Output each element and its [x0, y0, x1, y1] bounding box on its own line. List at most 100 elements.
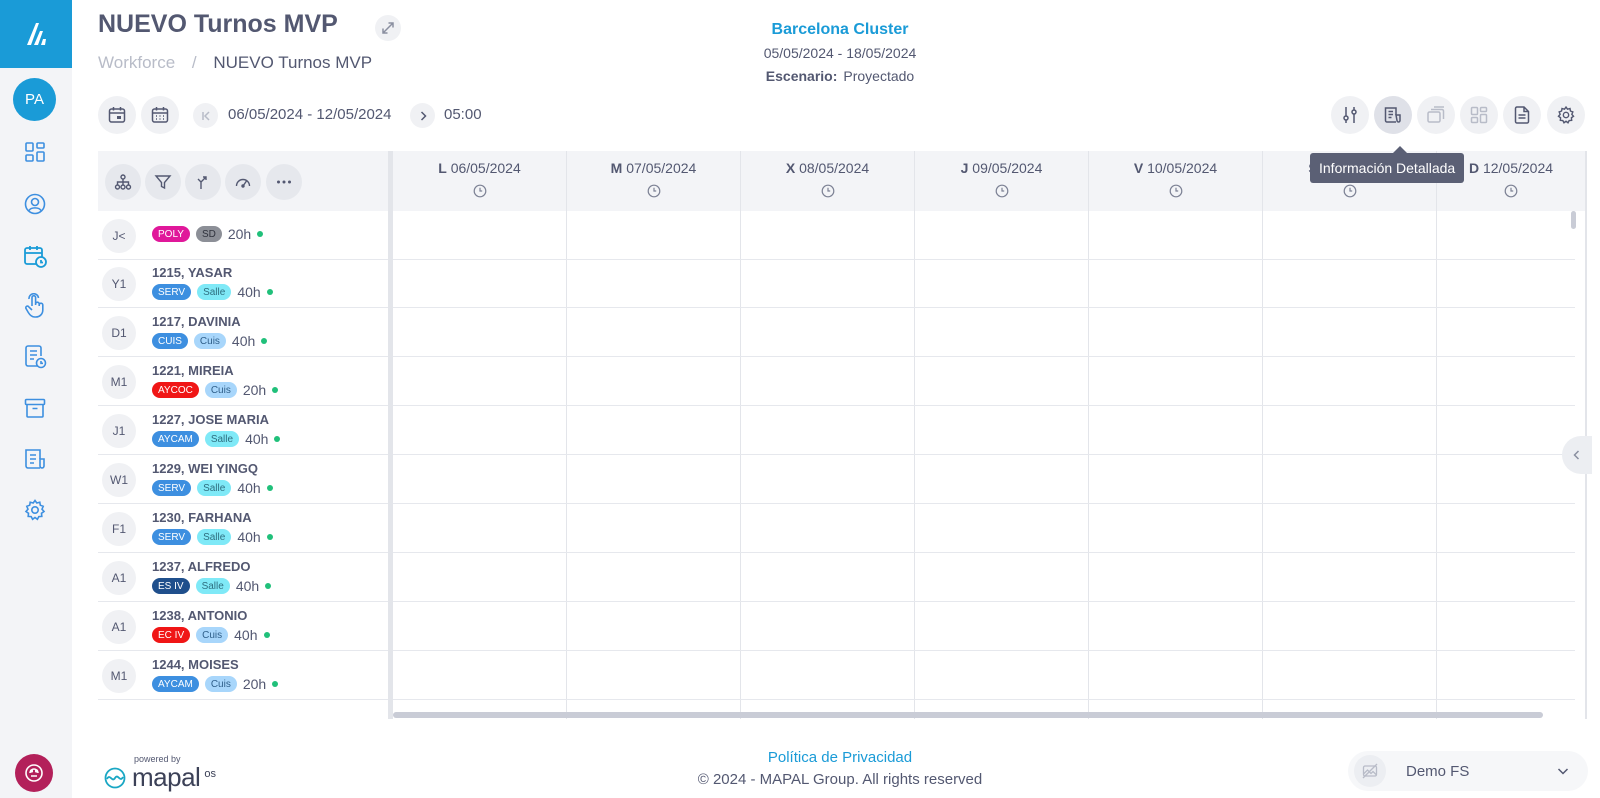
mapal-brand-name: mapal [132, 762, 201, 792]
grid-row-divider [393, 601, 1575, 602]
day-header[interactable]: X 08/05/2024 [741, 151, 915, 211]
day-prefix: X [785, 160, 796, 176]
employee-hours: 40h [234, 627, 258, 643]
hand-pointer-icon [25, 293, 44, 318]
user-avatar[interactable]: PA [13, 78, 56, 121]
today-button[interactable] [98, 96, 136, 134]
employee-row[interactable]: M1 1244, MOISES AYCAM Cuis 20h [98, 651, 388, 700]
employee-row[interactable]: D1 1217, DAVINIA CUIS Cuis 40h [98, 308, 388, 357]
employee-row[interactable]: A1 1237, ALFREDO ES IV Salle 40h [98, 553, 388, 602]
document-button[interactable] [1503, 96, 1541, 134]
settings-button[interactable] [1547, 96, 1585, 134]
employee-row[interactable]: A1 1238, ANTONIO EC IV Cuis 40h [98, 602, 388, 651]
left-rail: PA [0, 0, 72, 798]
scenario-label: Escenario: [765, 68, 838, 84]
day-column[interactable] [1089, 211, 1263, 719]
day-date: 08/05/2024 [799, 160, 870, 176]
role-chip: AYCOC [152, 382, 199, 398]
rail-item-schedule[interactable] [20, 241, 50, 271]
next-week-button[interactable] [410, 103, 435, 128]
day-column[interactable] [1437, 211, 1586, 719]
day-prefix: L [438, 160, 447, 176]
side-panel-toggle[interactable] [1562, 436, 1592, 474]
hierarchy-filter-button[interactable] [105, 164, 141, 200]
role-chip: Cuis [204, 382, 237, 398]
chevron-down-icon [1557, 768, 1569, 775]
employee-name: 1230, FARHANA [152, 510, 252, 525]
employee-row[interactable]: W1 1229, WEI YINGQ SERV Salle 40h [98, 455, 388, 504]
day-column[interactable] [393, 211, 567, 719]
adjust-button[interactable] [1331, 96, 1369, 134]
layers-icon [1427, 106, 1445, 123]
role-chip: SERV [152, 480, 192, 496]
clock-icon [915, 184, 1088, 198]
rail-item-timesheets[interactable] [20, 342, 50, 372]
employee-row[interactable]: J< POLY SD 20h [98, 211, 388, 260]
rail-item-settings[interactable] [20, 495, 50, 525]
role-chip: Cuis [196, 627, 229, 643]
location-select[interactable]: Demo FS [1348, 751, 1588, 791]
employee-hours: 40h [237, 284, 261, 300]
employee-tags: SERV Salle 40h [152, 529, 273, 545]
vertical-scrollbar[interactable] [1571, 211, 1576, 229]
privacy-policy-link[interactable]: Política de Privacidad [690, 749, 990, 766]
help-badge[interactable] [15, 754, 53, 792]
time-value: 05:00 [444, 106, 482, 123]
location-image-icon [1354, 755, 1386, 787]
filter-button[interactable] [145, 164, 181, 200]
calendar-clock-icon [24, 246, 47, 268]
day-column[interactable] [915, 211, 1089, 719]
employee-hours: 40h [237, 480, 261, 496]
day-date: 06/05/2024 [450, 160, 521, 176]
employee-initials: M1 [102, 659, 136, 693]
performance-button[interactable] [225, 164, 261, 200]
expand-button[interactable] [375, 15, 401, 41]
calendar-picker-button[interactable] [141, 96, 179, 134]
rail-item-reports[interactable] [20, 444, 50, 474]
calendar-icon [151, 107, 169, 123]
employee-row[interactable]: J1 1227, JOSE MARIA AYCAM Salle 40h [98, 406, 388, 455]
horizontal-scrollbar[interactable] [393, 712, 1543, 718]
layers-button[interactable] [1417, 96, 1455, 134]
day-column[interactable] [567, 211, 741, 719]
status-dot [265, 583, 272, 589]
detail-info-button[interactable] [1374, 96, 1412, 134]
breadcrumb-root[interactable]: Workforce [98, 53, 175, 72]
route-button[interactable] [185, 164, 221, 200]
employee-row[interactable]: F1 1230, FARHANA SERV Salle 40h [98, 504, 388, 553]
day-column[interactable] [1263, 211, 1437, 719]
rail-item-users[interactable] [20, 189, 50, 219]
employee-initials: F1 [102, 512, 136, 546]
first-week-button[interactable] [193, 103, 218, 128]
day-header[interactable]: J 09/05/2024 [915, 151, 1089, 211]
status-dot [272, 681, 279, 687]
role-chip: Salle [197, 480, 232, 496]
employee-row[interactable]: M1 1221, MIREIA AYCOC Cuis 20h [98, 357, 388, 406]
grid-view-button[interactable] [1460, 96, 1498, 134]
grid-row-divider [393, 699, 1575, 700]
chevron-left-icon [1573, 450, 1580, 460]
employee-row[interactable]: Y1 1215, YASAR SERV Salle 40h [98, 259, 388, 308]
expand-icon [382, 22, 394, 34]
support-icon [25, 764, 43, 782]
employee-name: 1238, ANTONIO [152, 608, 248, 623]
day-prefix: M [610, 160, 623, 176]
grid-row-divider [393, 405, 1575, 406]
day-header[interactable]: V 10/05/2024 [1089, 151, 1263, 211]
more-options-button[interactable] [266, 164, 302, 200]
day-column[interactable] [741, 211, 915, 719]
role-chip: CUIS [152, 333, 188, 349]
rail-item-clocking[interactable] [20, 291, 50, 321]
day-header[interactable]: L 06/05/2024 [393, 151, 567, 211]
day-header-label: X 08/05/2024 [741, 160, 914, 176]
day-header-label: V 10/05/2024 [1089, 160, 1262, 176]
rail-item-dashboard[interactable] [20, 137, 50, 167]
gauge-icon [235, 178, 251, 188]
day-header[interactable]: M 07/05/2024 [567, 151, 741, 211]
app-logo[interactable] [0, 0, 72, 68]
mapal-brand-suffix: os [204, 767, 216, 780]
role-chip: AYCAM [152, 676, 199, 692]
sliders-icon [1343, 107, 1357, 123]
role-chip: Cuis [204, 676, 237, 692]
rail-item-archive[interactable] [20, 393, 50, 423]
